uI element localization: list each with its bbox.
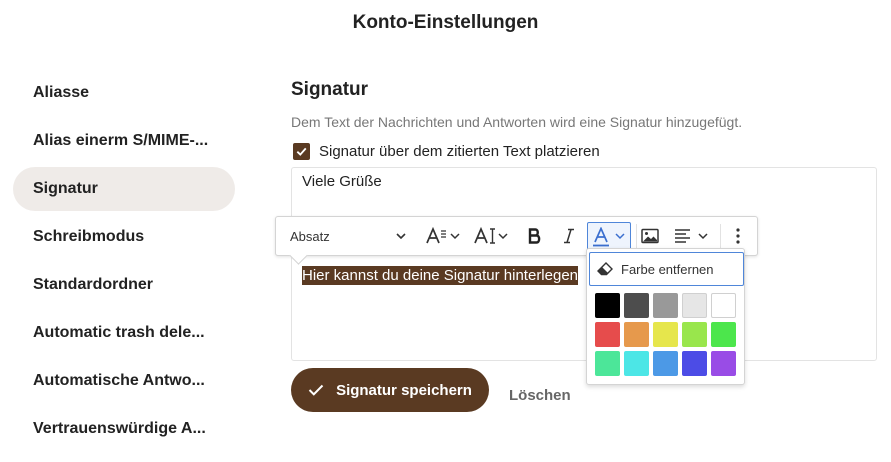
more-icon (736, 228, 740, 244)
sidebar-item-automatic-trash[interactable]: Automatic trash dele... (13, 311, 235, 355)
above-quote-option[interactable]: Signatur über dem zitierten Text platzie… (293, 143, 600, 160)
color-swatch[interactable] (624, 351, 649, 376)
bold-icon (528, 228, 541, 244)
sidebar-item-label: Automatische Antwo... (33, 372, 205, 389)
delete-signature-button[interactable]: Löschen (509, 387, 571, 404)
color-swatch[interactable] (711, 351, 736, 376)
italic-button[interactable] (555, 217, 583, 255)
checkmark-icon (308, 384, 324, 396)
toolbar-separator (636, 224, 637, 248)
sidebar-item-label: Alias einerm S/MIME-... (33, 132, 209, 149)
modal-title: Konto-Einstellungen (352, 12, 539, 33)
font-color-dropdown: Farbe entfernen (586, 248, 745, 385)
sidebar-item-label: Signatur (33, 180, 98, 197)
checkmark-icon (296, 147, 307, 156)
section-description: Dem Text der Nachrichten und Antworten w… (291, 114, 743, 130)
remove-color-button[interactable]: Farbe entfernen (589, 252, 744, 286)
sidebar-item-label: Schreibmodus (33, 228, 145, 245)
color-swatch[interactable] (682, 322, 707, 347)
color-swatch[interactable] (653, 293, 678, 318)
save-signature-label: Signatur speichern (336, 381, 472, 399)
sidebar-item-schreibmodus[interactable]: Schreibmodus (13, 215, 235, 259)
image-icon (641, 228, 659, 244)
color-swatch[interactable] (595, 322, 620, 347)
sidebar-item-signatur[interactable]: Signatur (13, 167, 235, 211)
color-swatch-grid (595, 293, 736, 376)
chevron-down-icon (396, 233, 406, 239)
font-family-button[interactable] (470, 217, 512, 255)
color-swatch[interactable] (624, 293, 649, 318)
settings-sidebar: Aliasse Alias einerm S/MIME-... Signatur… (13, 71, 235, 455)
editor-text-line[interactable]: Viele Grüße (302, 173, 382, 190)
sidebar-item-alias-smime[interactable]: Alias einerm S/MIME-... (13, 119, 235, 163)
color-swatch[interactable] (595, 351, 620, 376)
sidebar-item-autoreply[interactable]: Automatische Antwo... (13, 359, 235, 403)
font-color-button[interactable] (587, 222, 631, 251)
color-swatch[interactable] (682, 351, 707, 376)
sidebar-item-aliasse[interactable]: Aliasse (13, 71, 235, 115)
section-title: Signatur (291, 79, 369, 100)
remove-color-label: Farbe entfernen (621, 261, 714, 277)
color-swatch[interactable] (624, 322, 649, 347)
above-quote-label: Signatur über dem zitierten Text platzie… (319, 143, 600, 160)
color-swatch[interactable] (711, 293, 736, 318)
font-color-icon (593, 226, 625, 246)
editor-selected-text[interactable]: Hier kannst du deine Signatur hinterlege… (302, 266, 579, 285)
font-size-icon (426, 227, 460, 244)
sidebar-item-trusted-senders[interactable]: Vertrauenswürdige A... (13, 407, 235, 451)
color-swatch[interactable] (595, 293, 620, 318)
sidebar-item-label: Automatic trash dele... (33, 324, 205, 341)
above-quote-checkbox[interactable] (293, 143, 310, 160)
align-left-icon (675, 229, 708, 243)
font-size-button[interactable] (422, 217, 464, 255)
eraser-icon (597, 262, 613, 276)
toolbar-separator (720, 224, 721, 248)
font-family-icon (474, 227, 508, 244)
color-swatch[interactable] (711, 322, 736, 347)
sidebar-item-label: Standardordner (33, 276, 154, 293)
heading-dropdown[interactable]: Absatz (284, 217, 412, 255)
signature-editor[interactable]: Viele Grüße Hier kannst du deine Signatu… (291, 167, 877, 361)
color-swatch[interactable] (682, 293, 707, 318)
color-swatch[interactable] (653, 322, 678, 347)
sidebar-item-label: Vertrauenswürdige A... (33, 420, 206, 437)
heading-value: Absatz (290, 228, 330, 244)
italic-icon (564, 228, 574, 244)
sidebar-item-label: Aliasse (33, 84, 90, 101)
color-swatch[interactable] (653, 351, 678, 376)
sidebar-item-standardordner[interactable]: Standardordner (13, 263, 235, 307)
save-signature-button[interactable]: Signatur speichern (291, 368, 489, 412)
bold-button[interactable] (521, 217, 549, 255)
